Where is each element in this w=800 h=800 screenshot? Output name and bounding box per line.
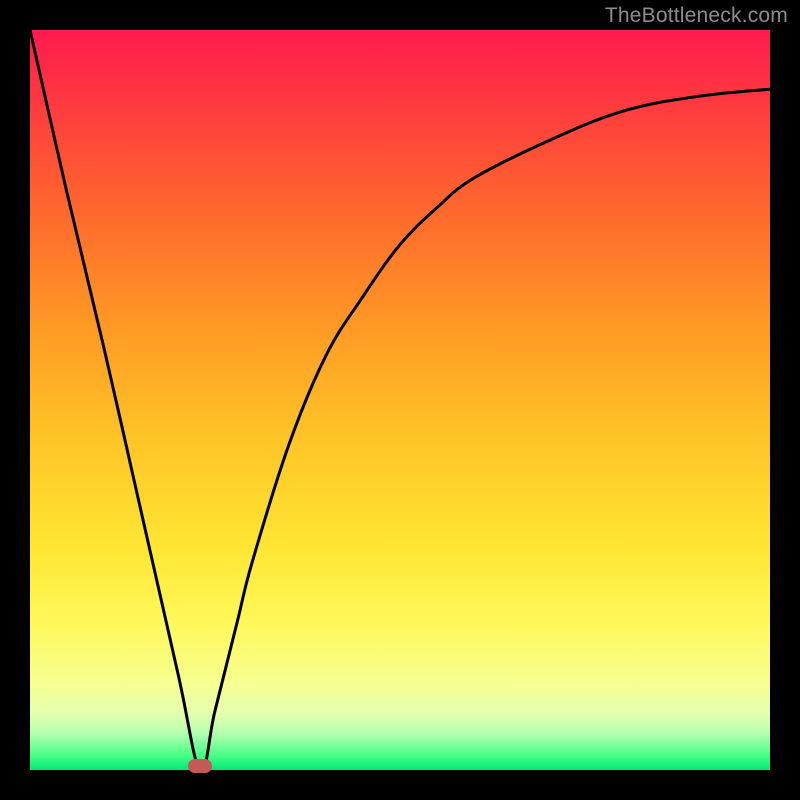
- minimum-marker: [188, 759, 212, 773]
- chart-frame: TheBottleneck.com: [0, 0, 800, 800]
- plot-area: [30, 30, 770, 770]
- watermark-text: TheBottleneck.com: [605, 4, 788, 28]
- bottleneck-curve: [30, 30, 770, 770]
